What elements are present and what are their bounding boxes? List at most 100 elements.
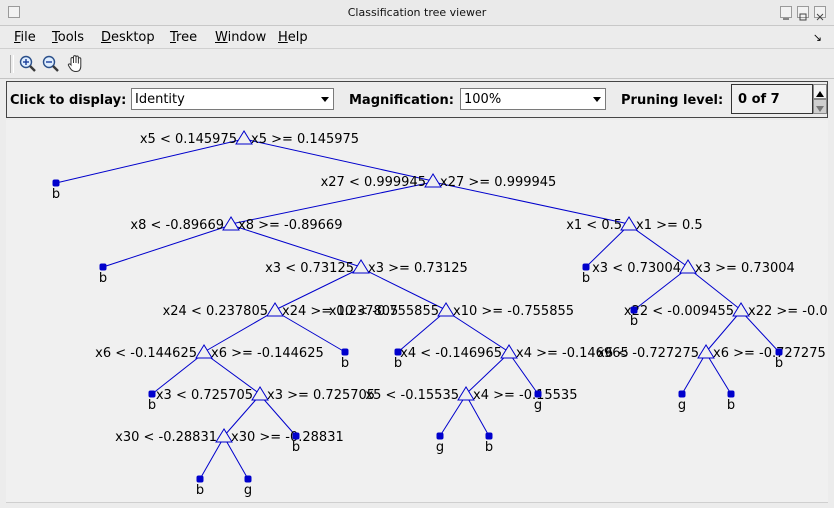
leaf-node[interactable]: [99, 263, 107, 271]
split-right-label: x8 >= -0.89669: [238, 218, 342, 233]
pan-hand-icon: [67, 55, 82, 73]
zoom-out-button[interactable]: [40, 53, 62, 75]
menu-window[interactable]: Window: [215, 30, 266, 45]
leaf-class-label: b: [99, 271, 107, 286]
split-left-label: x8 < -0.89669: [130, 218, 224, 233]
leaf-class-label: b: [775, 356, 783, 371]
maximize-icon: [799, 13, 807, 21]
split-right-label: x1 >= 0.5: [636, 218, 703, 233]
leaf-node[interactable]: [341, 348, 349, 356]
split-node-triangle[interactable]: [437, 302, 455, 317]
split-left-label: x1 < 0.5: [566, 218, 622, 233]
leaf-class-label: b: [394, 356, 402, 371]
split-right-label: x6 >= -0.727275: [713, 346, 826, 361]
split-node-triangle[interactable]: [352, 259, 370, 274]
leaf-node[interactable]: [775, 348, 783, 356]
menu-tools[interactable]: Tools: [52, 30, 84, 45]
pan-button[interactable]: [65, 53, 87, 75]
click-to-display-label: Click to display:: [10, 93, 127, 108]
split-left-label: x6 < -0.144625: [95, 346, 197, 361]
close-button[interactable]: [814, 6, 826, 21]
split-left-label: x4 < -0.146965: [400, 346, 502, 361]
leaf-node[interactable]: [148, 390, 156, 398]
magnification-label: Magnification:: [349, 93, 454, 108]
pruning-spinner: [813, 84, 827, 114]
leaf-class-label: b: [52, 187, 60, 202]
tree-canvas[interactable]: x5 < 0.145975 x5 >= 0.145975 x27 < 0.99994…: [6, 120, 828, 502]
pruning-up-button[interactable]: [813, 84, 827, 99]
leaf-class-label: g: [436, 440, 444, 455]
split-node-triangle[interactable]: [500, 344, 518, 359]
leaf-class-label: b: [292, 440, 300, 455]
split-node-triangle[interactable]: [222, 216, 240, 231]
toolbar: [0, 49, 834, 79]
menu-tree[interactable]: Tree: [170, 30, 197, 45]
chevron-down-icon: [321, 97, 329, 102]
leaf-class-label: b: [582, 271, 590, 286]
split-left-label: x6 < -0.727275: [597, 346, 699, 361]
leaf-node[interactable]: [244, 475, 252, 483]
leaf-node[interactable]: [292, 432, 300, 440]
leaf-class-label: g: [244, 483, 252, 498]
minimize-button[interactable]: [780, 6, 792, 20]
split-left-label: x30 < -0.28831: [115, 430, 217, 445]
display-select-value: Identity: [135, 92, 185, 107]
window-title: Classification tree viewer: [347, 6, 487, 19]
split-node-triangle[interactable]: [620, 216, 638, 231]
leaf-class-label: b: [148, 398, 156, 413]
split-node-triangle[interactable]: [424, 173, 442, 188]
close-icon: [816, 13, 824, 21]
pruning-down-button[interactable]: [813, 99, 827, 114]
leaf-node[interactable]: [727, 390, 735, 398]
split-node-triangle[interactable]: [215, 428, 233, 443]
zoom-in-icon: [19, 55, 36, 72]
magnification-select[interactable]: 100%: [460, 88, 606, 110]
leaf-node[interactable]: [485, 432, 493, 440]
minimize-icon: [783, 18, 789, 20]
leaf-node[interactable]: [436, 432, 444, 440]
leaf-node[interactable]: [630, 306, 638, 314]
split-right-label: x30 >= -0.28831: [231, 430, 344, 445]
leaf-class-label: b: [341, 356, 349, 371]
split-left-label: x5 < -0.15535: [365, 388, 459, 403]
split-right-label: x4 >= -0.15535: [473, 388, 577, 403]
split-right-label: x3 >= 0.73004: [695, 261, 795, 276]
split-node-triangle[interactable]: [235, 130, 253, 145]
leaf-node[interactable]: [582, 263, 590, 271]
split-node-triangle[interactable]: [697, 344, 715, 359]
display-select[interactable]: Identity: [131, 88, 334, 110]
leaf-node[interactable]: [394, 348, 402, 356]
split-right-label: x3 >= 0.73125: [368, 261, 468, 276]
leaf-class-label: b: [196, 483, 204, 498]
split-left-label: x22 < -0.009455: [624, 304, 734, 319]
pruning-level-label: Pruning level:: [621, 93, 724, 108]
split-right-label: x10 >= -0.755855: [453, 304, 574, 319]
split-left-label: x27 < 0.999945: [321, 175, 426, 190]
leaf-node[interactable]: [196, 475, 204, 483]
leaf-class-label: b: [630, 314, 638, 329]
leaf-node[interactable]: [534, 390, 542, 398]
leaf-node[interactable]: [678, 390, 686, 398]
menu-file[interactable]: File: [14, 30, 36, 45]
chevron-down-icon: [593, 97, 601, 102]
menu-desktop[interactable]: Desktop: [101, 30, 155, 45]
pruning-level-field[interactable]: 0 of 7: [731, 84, 813, 114]
split-left-label: x3 < 0.725705: [156, 388, 253, 403]
dock-arrow-icon[interactable]: ↘: [813, 31, 822, 44]
split-node-triangle[interactable]: [266, 302, 284, 317]
split-right-label: x3 >= 0.725705: [267, 388, 375, 403]
leaf-node[interactable]: [52, 179, 60, 187]
split-left-label: x3 < 0.73004: [592, 261, 681, 276]
zoom-in-button[interactable]: [17, 53, 39, 75]
menu-help[interactable]: Help: [278, 30, 308, 45]
menu-bar: File Tools Desktop Tree Window Help ↘: [0, 26, 834, 49]
split-left-label: x24 < 0.237805: [163, 304, 268, 319]
split-node-triangle[interactable]: [195, 344, 213, 359]
leaf-class-label: b: [727, 398, 735, 413]
split-left-label: x5 < 0.145975: [140, 132, 237, 147]
toolbar-grip: [10, 55, 14, 73]
triangle-down-icon: [816, 106, 824, 112]
maximize-button[interactable]: [797, 6, 809, 21]
split-node-triangle[interactable]: [679, 259, 697, 274]
split-node-triangle[interactable]: [251, 386, 269, 401]
